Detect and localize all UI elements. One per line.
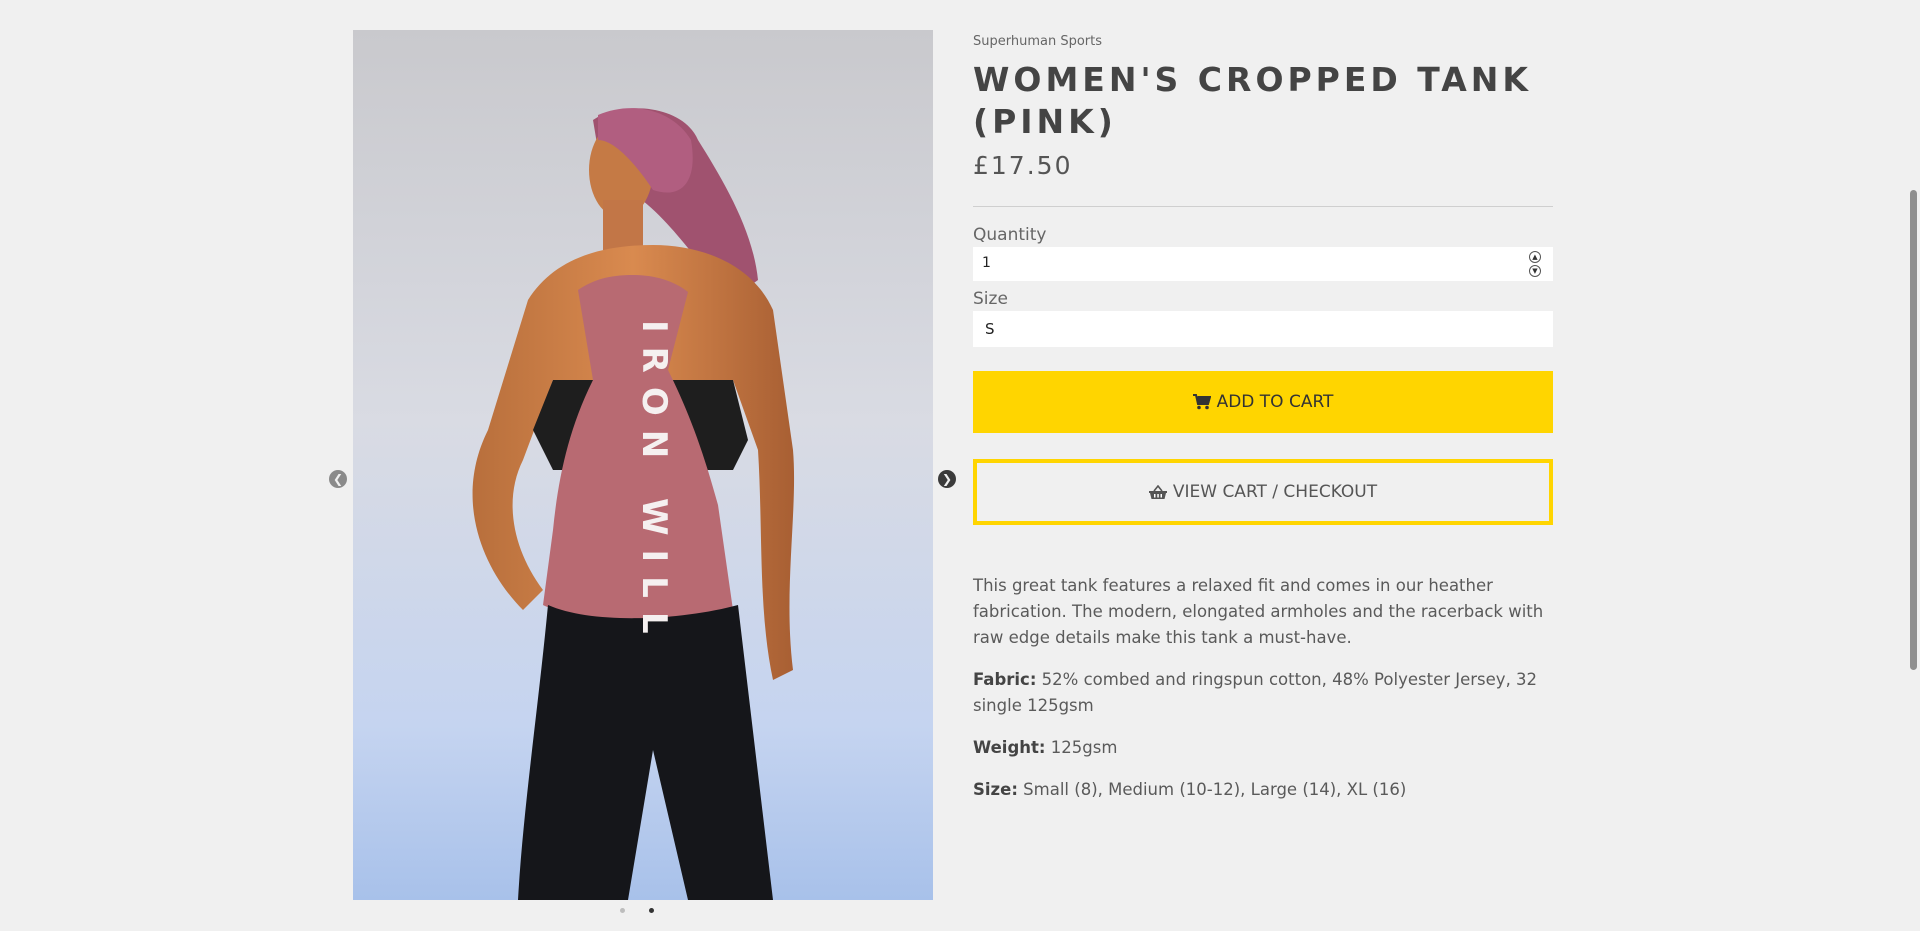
fabric-spec-label: Fabric:: [973, 670, 1037, 689]
basket-icon: [1148, 484, 1167, 500]
gallery-prev-button[interactable]: ❮: [329, 470, 347, 488]
gallery-next-button[interactable]: ❯: [938, 470, 956, 488]
gallery-pagination: [620, 908, 654, 913]
size-spec-value: Small (8), Medium (10-12), Large (14), X…: [1017, 780, 1407, 799]
gallery-dot-2[interactable]: [649, 908, 654, 913]
chevron-right-icon: ❯: [941, 472, 953, 486]
description-intro: This great tank features a relaxed fit a…: [973, 576, 1544, 647]
gallery-dot-1[interactable]: [620, 908, 625, 913]
size-spec-label: Size:: [973, 780, 1018, 799]
divider: [973, 206, 1553, 207]
product-price: £17.50: [973, 151, 1073, 180]
increment-icon[interactable]: ▲: [1529, 251, 1541, 263]
view-cart-label: VIEW CART / CHECKOUT: [1172, 482, 1378, 502]
quantity-input[interactable]: 1 ▲ ▼: [973, 247, 1553, 281]
weight-spec-value: 125gsm: [1045, 738, 1118, 757]
add-to-cart-button[interactable]: ADD TO CART: [973, 371, 1553, 433]
size-select[interactable]: S: [973, 311, 1553, 347]
weight-spec: Weight: 125gsm: [973, 735, 1553, 761]
add-to-cart-label: ADD TO CART: [1216, 392, 1334, 412]
product-title: WOMEN'S CROPPED TANK (PINK): [973, 60, 1532, 141]
product-image: IRON WILL: [353, 30, 933, 900]
quantity-value[interactable]: 1: [982, 255, 991, 271]
size-label: Size: [973, 289, 1008, 309]
weight-spec-label: Weight:: [973, 738, 1046, 757]
view-cart-button[interactable]: VIEW CART / CHECKOUT: [973, 459, 1553, 525]
product-info: Superhuman Sports WOMEN'S CROPPED TANK (…: [973, 30, 1553, 819]
decrement-icon[interactable]: ▼: [1529, 265, 1541, 277]
product-vendor[interactable]: Superhuman Sports: [973, 34, 1553, 49]
size-spec: Size: Small (8), Medium (10-12), Large (…: [973, 777, 1553, 803]
fabric-spec-value: 52% combed and ringspun cotton, 48% Poly…: [973, 670, 1538, 715]
page-scrollbar[interactable]: [1906, 0, 1920, 931]
product-photo: IRON WILL: [353, 30, 933, 900]
scrollbar-thumb[interactable]: [1910, 190, 1917, 670]
chevron-left-icon: ❮: [332, 472, 344, 486]
cart-icon: [1192, 394, 1211, 410]
quantity-stepper[interactable]: ▲ ▼: [1529, 251, 1541, 277]
quantity-label: Quantity: [973, 225, 1047, 245]
tank-print-text: IRON WILL: [634, 320, 674, 648]
size-value[interactable]: S: [985, 320, 995, 338]
fabric-spec: Fabric: 52% combed and ringspun cotton, …: [973, 667, 1553, 719]
product-description: This great tank features a relaxed fit a…: [973, 573, 1553, 803]
product-page: IRON WILL ❮ ❯ Superhuman Sports WOMEN'S …: [0, 0, 1920, 931]
